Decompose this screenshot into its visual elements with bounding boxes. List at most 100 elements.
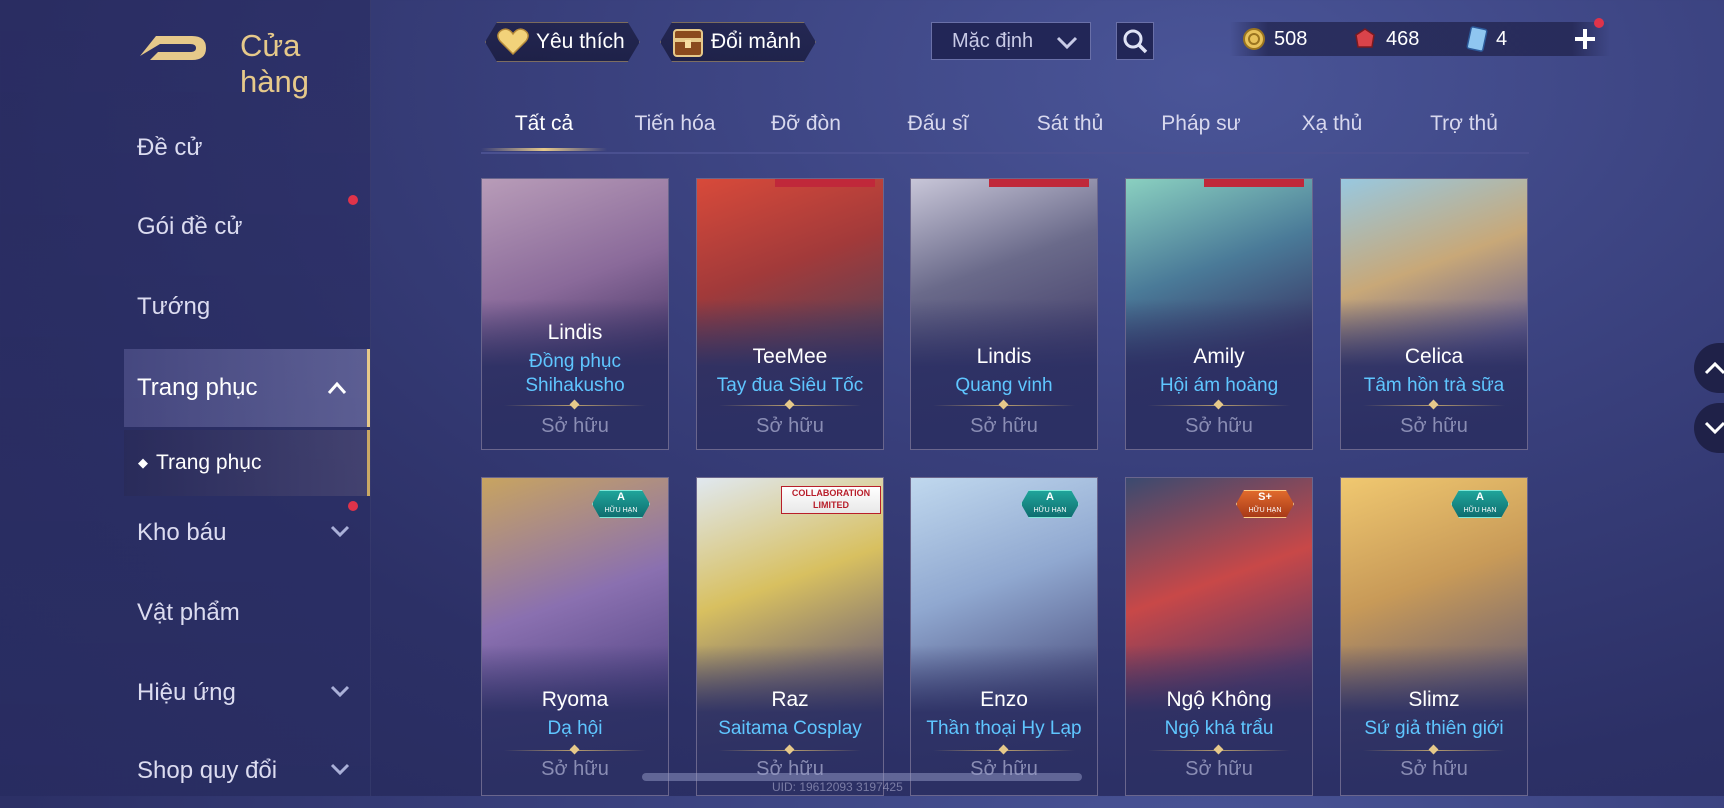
skin-card[interactable]: A HỮU HẠN Slimz Sứ giả thiên giới Sở hữu bbox=[1340, 477, 1528, 796]
hero-name: Lindis bbox=[976, 345, 1032, 368]
sidebar-item-label: Kho báu bbox=[137, 519, 227, 546]
skin-card[interactable]: A HỮU HẠN Ryoma Dạ hội Sở hữu bbox=[481, 477, 669, 796]
sidebar-item-exchange-shop[interactable]: Shop quy đổi bbox=[0, 734, 370, 808]
add-currency-button[interactable] bbox=[1570, 24, 1600, 54]
owned-status: Sở hữu bbox=[541, 758, 609, 780]
skin-card[interactable]: Lindis Quang vinh Sở hữu bbox=[910, 178, 1098, 450]
tab-marksman[interactable]: Xạ thủ bbox=[1302, 112, 1363, 136]
skin-name: Sứ giả thiên giới bbox=[1364, 718, 1504, 739]
hero-name: Lindis bbox=[547, 321, 603, 344]
skin-name: Ngộ khá trẩu bbox=[1164, 718, 1274, 739]
sort-value: Mặc định bbox=[952, 29, 1034, 52]
diamond-bullet-icon: ◆ bbox=[138, 455, 148, 470]
rank-badge: A HỮU HẠN bbox=[1021, 490, 1079, 518]
sidebar: Cửa hàng Đề cử Gói đề cử Tướng Trang phụ… bbox=[0, 0, 371, 796]
sort-dropdown[interactable]: Mặc định bbox=[931, 22, 1091, 60]
hero-name: TeeMee bbox=[752, 345, 828, 368]
voucher-balance: 468 bbox=[1352, 22, 1419, 56]
currency-bar: 508 468 4 bbox=[1230, 18, 1610, 56]
skin-card[interactable]: A HỮU HẠN Enzo Thần thoại Hy Lạp Sở hữu bbox=[910, 477, 1098, 796]
sidebar-item-label: Trang phục bbox=[156, 451, 262, 474]
sidebar-item-effects[interactable]: Hiệu ứng bbox=[0, 656, 370, 730]
tab-tank[interactable]: Đỡ đòn bbox=[771, 112, 841, 136]
search-button[interactable] bbox=[1116, 22, 1154, 60]
tab-all[interactable]: Tất cả bbox=[515, 112, 573, 136]
skin-card[interactable]: TeeMee Tay đua Siêu Tốc Sở hữu bbox=[696, 178, 884, 450]
tab-mage[interactable]: Pháp sư bbox=[1161, 112, 1240, 136]
collaboration-badge: COLLABORATION LIMITED bbox=[781, 486, 881, 514]
exchange-shards-button[interactable]: Đổi mảnh bbox=[660, 22, 816, 62]
scroll-up-button[interactable] bbox=[1694, 343, 1724, 393]
skin-card[interactable]: Amily Hội ám hoàng Sở hữu bbox=[1125, 178, 1313, 450]
owned-status: Sở hữu bbox=[1185, 415, 1253, 437]
sidebar-item-label: Gói đề cử bbox=[137, 213, 243, 240]
sidebar-item-label: Hiệu ứng bbox=[137, 679, 236, 706]
rank-badge: A HỮU HẠN bbox=[592, 490, 650, 518]
active-tab-indicator bbox=[481, 148, 607, 151]
tab-fighter[interactable]: Đấu sĩ bbox=[908, 112, 969, 136]
sidebar-item-skins[interactable]: Trang phục bbox=[124, 349, 370, 427]
back-icon[interactable] bbox=[136, 26, 208, 66]
owned-status: Sở hữu bbox=[756, 415, 824, 437]
hero-name: Amily bbox=[1193, 345, 1245, 368]
scroll-down-button[interactable] bbox=[1694, 403, 1724, 453]
treasure-chest-icon bbox=[671, 26, 705, 58]
page-title: Cửa hàng bbox=[240, 28, 309, 99]
tab-evolution[interactable]: Tiến hóa bbox=[635, 112, 716, 136]
chevron-up-icon bbox=[327, 381, 347, 394]
sidebar-item-heroes[interactable]: Tướng bbox=[0, 270, 370, 344]
owned-status: Sở hữu bbox=[541, 415, 609, 437]
chevron-down-icon bbox=[330, 685, 350, 698]
notification-dot bbox=[348, 501, 358, 511]
favorites-label: Yêu thích bbox=[536, 30, 625, 53]
notification-dot bbox=[1594, 18, 1604, 28]
voucher-amount: 468 bbox=[1386, 27, 1420, 50]
ticket-amount: 4 bbox=[1496, 27, 1508, 50]
sidebar-item-label: Vật phẩm bbox=[137, 599, 240, 626]
search-icon bbox=[1123, 29, 1148, 54]
exchange-shards-label: Đổi mảnh bbox=[711, 30, 801, 53]
skin-card[interactable]: Celica Tâm hồn trà sữa Sở hữu bbox=[1340, 178, 1528, 450]
skin-name: Hội ám hoàng bbox=[1159, 375, 1279, 396]
owned-status: Sở hữu bbox=[1400, 758, 1468, 780]
owned-status: Sở hữu bbox=[970, 415, 1038, 437]
sidebar-subitem-skins[interactable]: ◆ Trang phục bbox=[124, 430, 370, 496]
skin-card[interactable]: COLLABORATION LIMITED Raz Saitama Cospla… bbox=[696, 477, 884, 796]
skin-name: Tâm hồn trà sữa bbox=[1363, 375, 1505, 396]
sidebar-item-label: Shop quy đổi bbox=[137, 757, 278, 784]
hero-name: Enzo bbox=[980, 688, 1028, 711]
skin-card[interactable]: Lindis Đồng phục Shihakusho Sở hữu bbox=[481, 178, 669, 450]
sidebar-item-treasure[interactable]: Kho báu bbox=[0, 496, 370, 570]
hero-name: Celica bbox=[1404, 345, 1464, 368]
user-id: UID: 19612093 3197425 bbox=[772, 780, 903, 794]
tab-assassin[interactable]: Sát thủ bbox=[1037, 112, 1104, 136]
skin-card[interactable]: S+ HỮU HẠN Ngộ Không Ngộ khá trẩu Sở hữu bbox=[1125, 477, 1313, 796]
gold-balance: 508 bbox=[1242, 22, 1307, 56]
skin-name: Đồng phục Shihakusho bbox=[525, 351, 625, 396]
sidebar-item-recommended-packs[interactable]: Gói đề cử bbox=[0, 190, 370, 264]
sidebar-item-label: Đề cử bbox=[137, 134, 203, 161]
gold-amount: 508 bbox=[1274, 27, 1308, 50]
favorites-button[interactable]: Yêu thích bbox=[485, 22, 640, 62]
skin-name: Dạ hội bbox=[547, 718, 603, 739]
chevron-down-icon bbox=[330, 763, 350, 776]
skin-name: Quang vinh bbox=[955, 375, 1053, 396]
tab-support[interactable]: Trợ thủ bbox=[1430, 112, 1498, 136]
rank-badge: S+ HỮU HẠN bbox=[1236, 490, 1294, 518]
ticket-balance: 4 bbox=[1466, 22, 1507, 56]
skin-name: Tay đua Siêu Tốc bbox=[716, 375, 864, 396]
hero-name: Ryoma bbox=[541, 688, 609, 711]
skin-name: Thần thoại Hy Lạp bbox=[926, 718, 1082, 739]
chevron-up-icon bbox=[1704, 361, 1724, 375]
hero-name: Slimz bbox=[1408, 688, 1460, 711]
sidebar-item-label: Trang phục bbox=[137, 374, 258, 401]
sidebar-item-label: Tướng bbox=[137, 293, 211, 320]
ticket-card-icon bbox=[1466, 26, 1488, 52]
rank-badge: A HỮU HẠN bbox=[1451, 490, 1509, 518]
chevron-down-icon bbox=[330, 525, 350, 538]
gold-coin-icon bbox=[1243, 28, 1265, 50]
plus-icon bbox=[1575, 29, 1595, 49]
owned-status: Sở hữu bbox=[1185, 758, 1253, 780]
sidebar-item-recommended[interactable]: Đề cử bbox=[0, 111, 370, 185]
sidebar-item-items[interactable]: Vật phẩm bbox=[0, 576, 370, 650]
